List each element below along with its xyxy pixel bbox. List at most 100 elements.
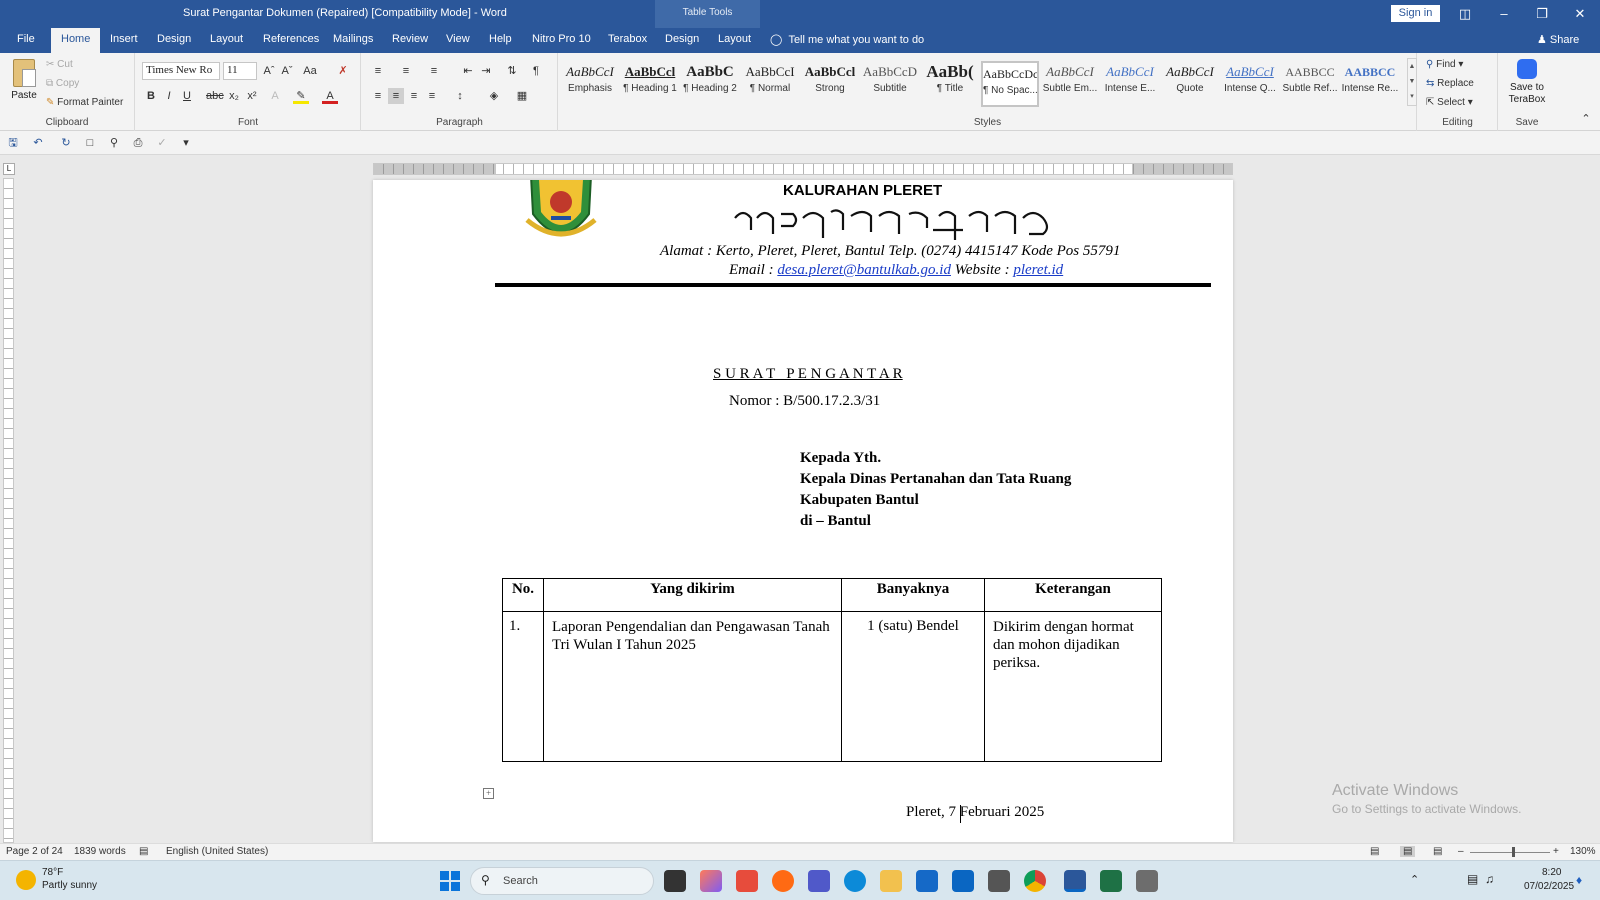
- align-center-icon[interactable]: ≡: [388, 88, 404, 104]
- redo-icon[interactable]: ↻: [58, 135, 74, 151]
- zoom-slider-thumb[interactable]: [1512, 847, 1515, 857]
- style-tile[interactable]: AaBbC ¶ Heading 2: [681, 61, 739, 107]
- change-case-icon[interactable]: Aa: [302, 63, 318, 79]
- new-document-icon[interactable]: □: [82, 135, 98, 151]
- grow-font-icon[interactable]: Aˆ: [261, 63, 277, 79]
- task-view-icon[interactable]: [664, 870, 686, 892]
- align-right-icon[interactable]: ≡: [406, 88, 422, 104]
- tell-me-search[interactable]: ◯ Tell me what you want to do: [770, 33, 924, 46]
- customize-qat-icon[interactable]: ▾: [178, 135, 194, 151]
- tab-nitro[interactable]: Nitro Pro 10: [532, 33, 591, 45]
- file-explorer-icon[interactable]: [880, 870, 902, 892]
- undo-icon[interactable]: ↶: [30, 135, 46, 151]
- font-size-combo[interactable]: 11: [223, 62, 257, 80]
- zoom-level[interactable]: 130%: [1570, 846, 1596, 857]
- highlight-icon[interactable]: ✎: [293, 88, 309, 104]
- style-tile[interactable]: AaBbCcD Subtitle: [861, 61, 919, 107]
- zoom-in-icon[interactable]: +: [1553, 846, 1559, 857]
- justify-icon[interactable]: ≡: [424, 88, 440, 104]
- tab-table-design[interactable]: Design: [665, 33, 699, 45]
- bullets-icon[interactable]: ≡: [370, 63, 386, 79]
- table-cell[interactable]: 1 (satu) Bendel: [841, 611, 985, 762]
- subscript-icon[interactable]: x₂: [226, 88, 242, 104]
- share-button[interactable]: ♟ Share: [1537, 33, 1579, 46]
- taskbar-search[interactable]: ⚲ Search: [470, 867, 654, 895]
- tab-design[interactable]: Design: [157, 33, 191, 45]
- print-preview-icon[interactable]: ⚲: [106, 135, 122, 151]
- store-icon[interactable]: [916, 870, 938, 892]
- shrink-font-icon[interactable]: Aˇ: [279, 63, 295, 79]
- underline-icon[interactable]: U: [179, 88, 195, 104]
- paste-button[interactable]: Paste: [8, 57, 40, 117]
- tab-file[interactable]: File: [17, 33, 35, 45]
- tab-references[interactable]: References: [263, 33, 319, 45]
- table-header[interactable]: Keterangan: [984, 578, 1162, 612]
- align-left-icon[interactable]: ≡: [370, 88, 386, 104]
- word-icon[interactable]: [1064, 870, 1086, 892]
- copy-button[interactable]: ⧉ Copy: [46, 78, 79, 89]
- sign-in-button[interactable]: Sign in: [1391, 5, 1440, 22]
- style-tile[interactable]: AaBbCcI ¶ Normal: [741, 61, 799, 107]
- zoom-slider[interactable]: [1470, 852, 1550, 853]
- table-cell[interactable]: Laporan Pengendalian dan Pengawasan Tana…: [543, 611, 842, 762]
- line-spacing-icon[interactable]: ↕: [452, 88, 468, 104]
- document-table[interactable]: No. Yang dikirim Banyaknya Keterangan 1.…: [502, 578, 1162, 762]
- clear-formatting-icon[interactable]: ✗: [335, 63, 351, 79]
- tab-table-layout[interactable]: Layout: [718, 33, 751, 45]
- style-tile[interactable]: AABBCC Subtle Ref...: [1281, 61, 1339, 107]
- table-header[interactable]: Yang dikirim: [543, 578, 842, 612]
- minimize-icon[interactable]: –: [1493, 3, 1515, 25]
- vertical-ruler[interactable]: [3, 178, 14, 843]
- format-painter-button[interactable]: ✎ Format Painter: [46, 97, 123, 108]
- tab-insert[interactable]: Insert: [110, 33, 138, 45]
- camera-icon[interactable]: [988, 870, 1010, 892]
- tab-home[interactable]: Home: [51, 28, 101, 53]
- styles-scroll[interactable]: ▲ ▼ ▾: [1407, 58, 1417, 106]
- style-tile[interactable]: AaBbCcl Strong: [801, 61, 859, 107]
- select-button[interactable]: ⇱ Select ▾: [1426, 97, 1473, 108]
- find-button[interactable]: ⚲ Find ▾: [1426, 59, 1463, 70]
- horizontal-ruler[interactable]: [373, 163, 1233, 175]
- table-header[interactable]: Banyaknya: [841, 578, 985, 612]
- show-formatting-icon[interactable]: ¶: [528, 63, 544, 79]
- page-count[interactable]: Page 2 of 24: [6, 846, 63, 857]
- volume-icon[interactable]: ♫: [1485, 872, 1494, 886]
- excel-icon[interactable]: [1100, 870, 1122, 892]
- weather-widget[interactable]: 78°F Partly sunny: [14, 867, 124, 895]
- increase-indent-icon[interactable]: ⇥: [478, 63, 494, 79]
- word-count[interactable]: 1839 words: [74, 846, 126, 857]
- tab-layout[interactable]: Layout: [210, 33, 243, 45]
- replace-button[interactable]: ⇆ Replace: [1426, 78, 1474, 89]
- mail-icon[interactable]: [952, 870, 974, 892]
- borders-icon[interactable]: ▦: [514, 88, 530, 104]
- teams-icon[interactable]: [808, 870, 830, 892]
- clock-date[interactable]: 07/02/2025: [1524, 881, 1574, 892]
- tab-terabox[interactable]: Terabox: [608, 33, 647, 45]
- tab-help[interactable]: Help: [489, 33, 512, 45]
- ruler-corner[interactable]: L: [3, 163, 15, 175]
- print-icon[interactable]: ⎙: [130, 135, 146, 151]
- notification-icon[interactable]: ♦: [1576, 873, 1582, 887]
- font-color-icon[interactable]: A: [322, 88, 338, 104]
- chrome-icon[interactable]: [1024, 870, 1046, 892]
- tab-mailings[interactable]: Mailings: [333, 33, 373, 45]
- bold-icon[interactable]: B: [143, 88, 159, 104]
- italic-icon[interactable]: I: [161, 88, 177, 104]
- app-icon[interactable]: [1136, 870, 1158, 892]
- proofing-icon[interactable]: ▤: [139, 846, 148, 857]
- network-icon[interactable]: ▤: [1467, 872, 1478, 886]
- tab-review[interactable]: Review: [392, 33, 428, 45]
- zoom-out-icon[interactable]: –: [1458, 846, 1464, 857]
- table-move-handle[interactable]: +: [483, 788, 494, 799]
- close-icon[interactable]: ✕: [1569, 3, 1591, 25]
- language-indicator[interactable]: English (United States): [166, 846, 268, 857]
- table-header[interactable]: No.: [502, 578, 544, 612]
- style-tile[interactable]: AaBb(¶ Title: [921, 61, 979, 107]
- style-tile[interactable]: AaBbCcI Intense E...: [1101, 61, 1159, 107]
- table-cell[interactable]: 1.: [502, 611, 544, 762]
- clock-time[interactable]: 8:20: [1542, 867, 1561, 878]
- document-page[interactable]: KALURAHAN PLERET Alamat : Kerto, Pleret,…: [373, 180, 1233, 842]
- shading-icon[interactable]: ◈: [486, 88, 502, 104]
- start-button[interactable]: [440, 871, 460, 891]
- email-link[interactable]: desa.pleret@bantulkab.go.id: [777, 262, 951, 278]
